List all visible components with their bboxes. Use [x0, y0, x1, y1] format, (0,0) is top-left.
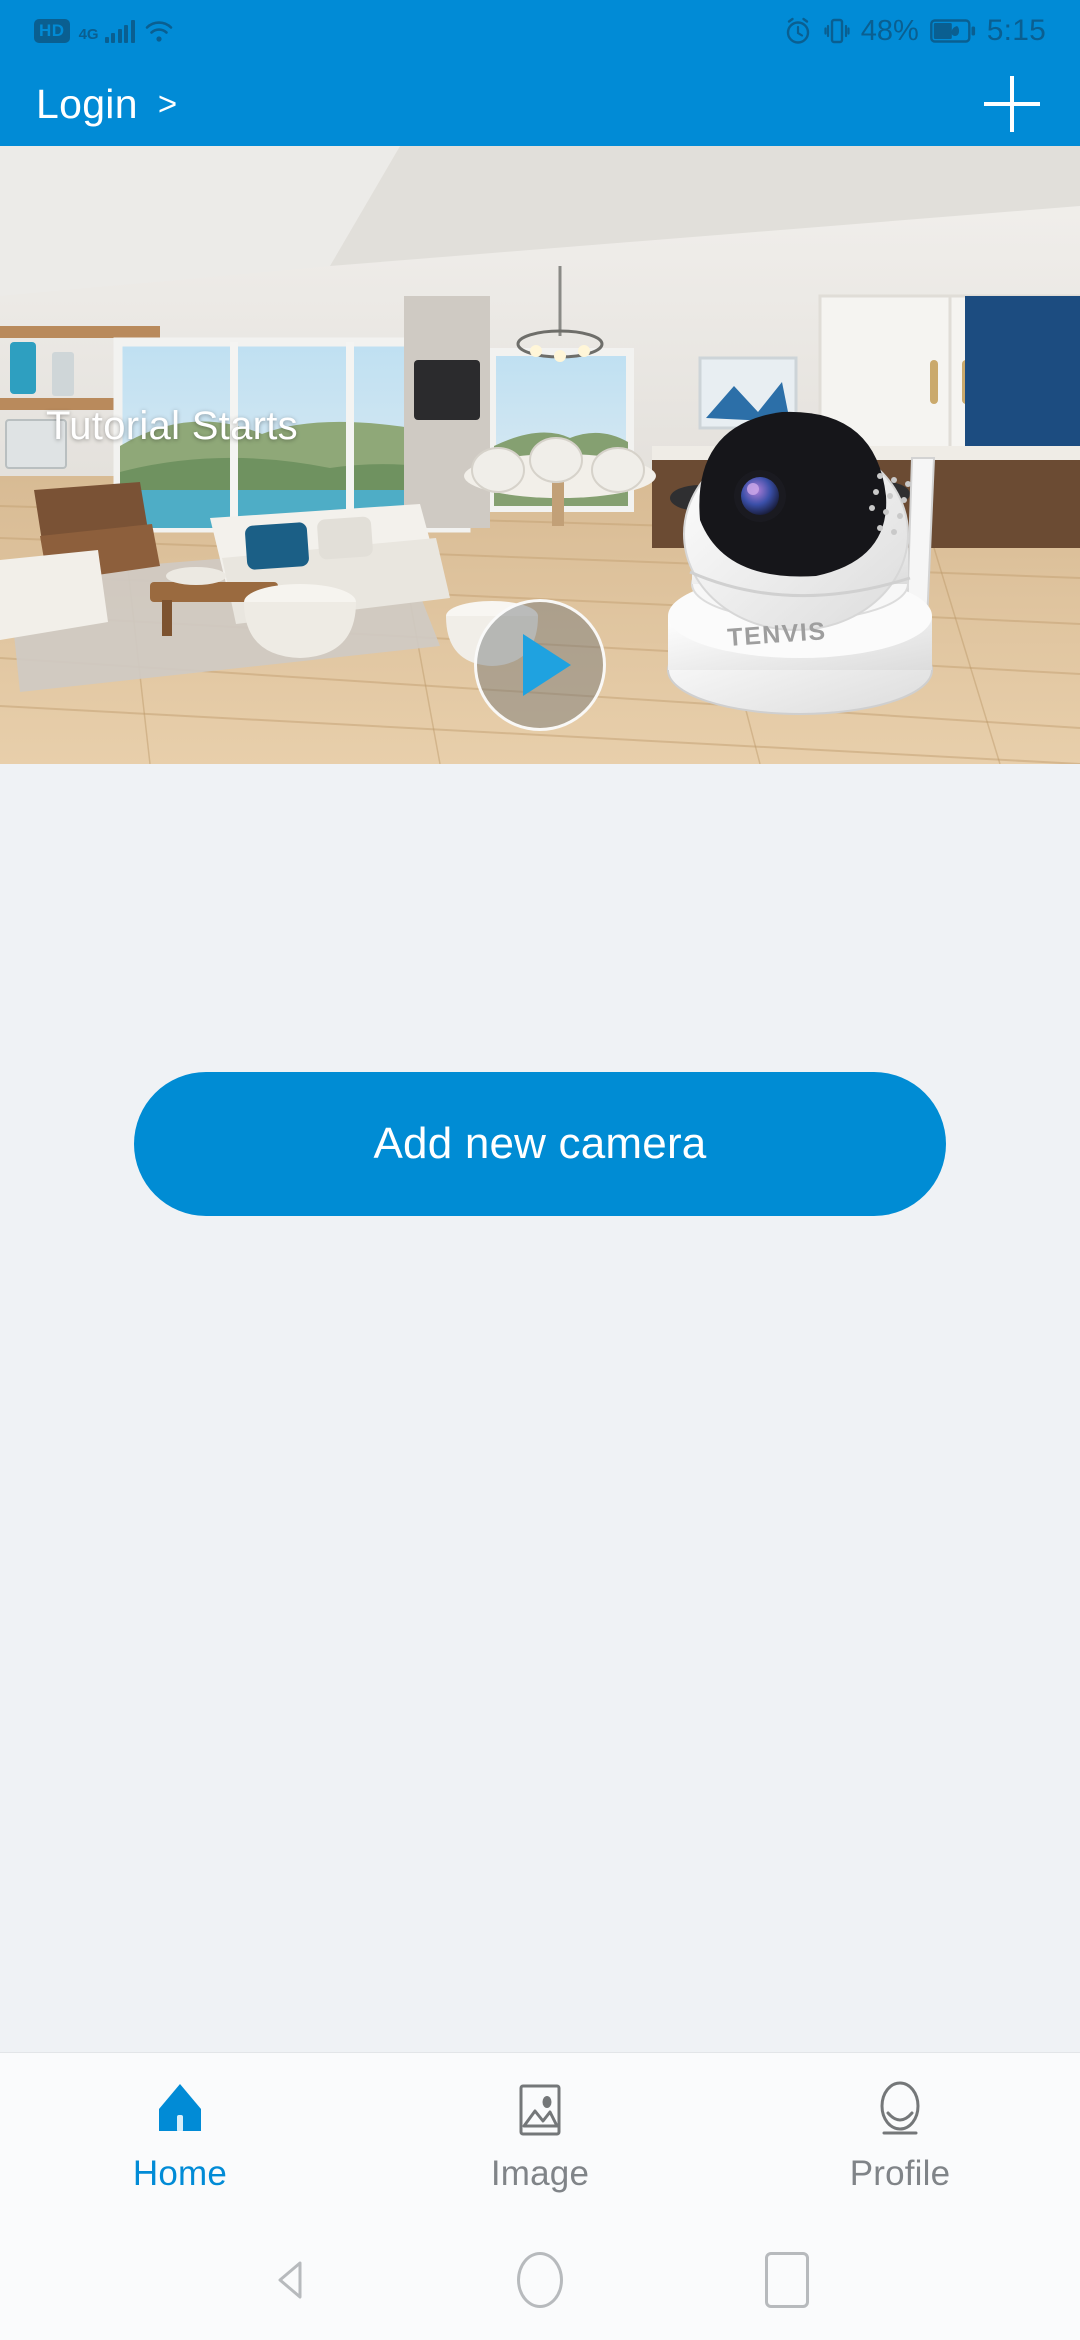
network-type-label: 4G	[78, 26, 99, 43]
wifi-icon	[145, 21, 172, 42]
app-header: Login >	[0, 62, 1080, 146]
alarm-clock-icon	[786, 17, 809, 44]
chevron-right-icon: >	[157, 85, 178, 122]
vibrate-icon	[824, 18, 850, 44]
status-bar-right: 48% 5:15	[783, 14, 1046, 48]
login-label: Login	[36, 80, 138, 127]
play-icon[interactable]	[474, 599, 606, 731]
android-nav-bar	[0, 2220, 1080, 2340]
main-content: Add new camera	[0, 764, 1080, 2052]
tab-home-label: Home	[132, 2154, 228, 2193]
tab-home[interactable]: Home	[0, 2079, 360, 2194]
tab-profile-label: Profile	[849, 2154, 951, 2193]
back-triangle-icon[interactable]	[255, 2242, 331, 2318]
status-bar: HD 4G 48% 5:15	[0, 0, 1080, 62]
clock-label: 5:15	[986, 14, 1046, 47]
battery-percent-label: 48%	[860, 14, 919, 47]
tutorial-label: Tutorial Starts	[46, 404, 298, 448]
play-triangle	[523, 634, 571, 696]
status-bar-left: HD 4G	[34, 18, 174, 44]
home-circle-icon[interactable]	[502, 2242, 578, 2318]
login-button[interactable]: Login >	[36, 81, 177, 128]
recents-square-icon[interactable]	[749, 2242, 825, 2318]
tab-image-label: Image	[490, 2154, 590, 2193]
profile-icon	[869, 2079, 931, 2141]
battery-saver-icon	[929, 19, 975, 43]
image-icon	[509, 2079, 571, 2141]
home-icon	[149, 2079, 211, 2141]
hd-icon: HD	[34, 19, 70, 43]
add-new-camera-button[interactable]: Add new camera	[134, 1072, 946, 1216]
bottom-tab-bar: Home Image Profile	[0, 2052, 1080, 2220]
app-root: HD 4G 48% 5:15 Login > TENVIS Tutorial S…	[0, 0, 1080, 2340]
tab-profile[interactable]: Profile	[720, 2079, 1080, 2194]
tab-image[interactable]: Image	[360, 2079, 720, 2194]
plus-icon[interactable]	[980, 72, 1044, 136]
signal-bars-icon	[104, 19, 135, 43]
tutorial-banner[interactable]: TENVIS Tutorial Starts	[0, 146, 1080, 764]
